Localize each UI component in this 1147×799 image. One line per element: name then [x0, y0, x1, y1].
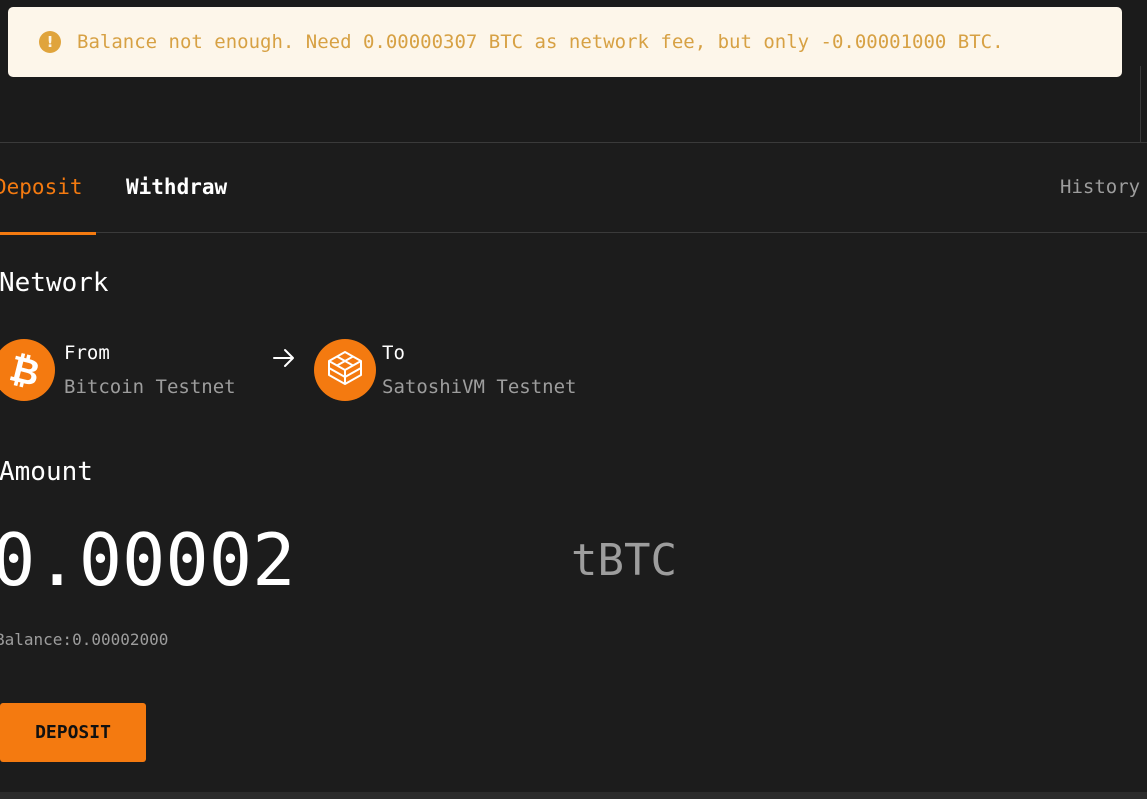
- tab-withdraw[interactable]: Withdraw: [126, 175, 227, 199]
- bottom-bar: [0, 792, 1147, 799]
- divider: [1140, 66, 1141, 142]
- divider: [0, 142, 1147, 143]
- to-label: To: [382, 342, 405, 364]
- bitcoin-icon: ₿: [0, 339, 55, 401]
- bridge-page: ! Balance not enough. Need 0.00000307 BT…: [0, 0, 1147, 799]
- svg-text:₿: ₿: [5, 348, 43, 395]
- amount-input[interactable]: 0.00002: [0, 518, 295, 602]
- arrow-right-icon: [272, 347, 296, 373]
- network-title: Network: [0, 268, 109, 298]
- tab-deposit[interactable]: Deposit: [0, 175, 83, 199]
- toast-message: Balance not enough. Need 0.00000307 BTC …: [77, 31, 1004, 53]
- to-network-name: SatoshiVM Testnet: [382, 376, 577, 398]
- history-link[interactable]: History: [1060, 176, 1140, 198]
- active-tab-indicator: [0, 232, 96, 235]
- error-toast: ! Balance not enough. Need 0.00000307 BT…: [8, 7, 1122, 77]
- deposit-button[interactable]: DEPOSIT: [0, 703, 146, 762]
- exclamation-icon: !: [39, 31, 61, 53]
- from-network-name: Bitcoin Testnet: [64, 376, 236, 398]
- amount-unit: tBTC: [571, 535, 677, 586]
- satoshivm-icon: [314, 339, 376, 401]
- from-label: From: [64, 342, 110, 364]
- amount-title: Amount: [0, 457, 93, 487]
- balance-text: Balance:0.00002000: [0, 630, 169, 649]
- tabs-divider: [0, 232, 1147, 233]
